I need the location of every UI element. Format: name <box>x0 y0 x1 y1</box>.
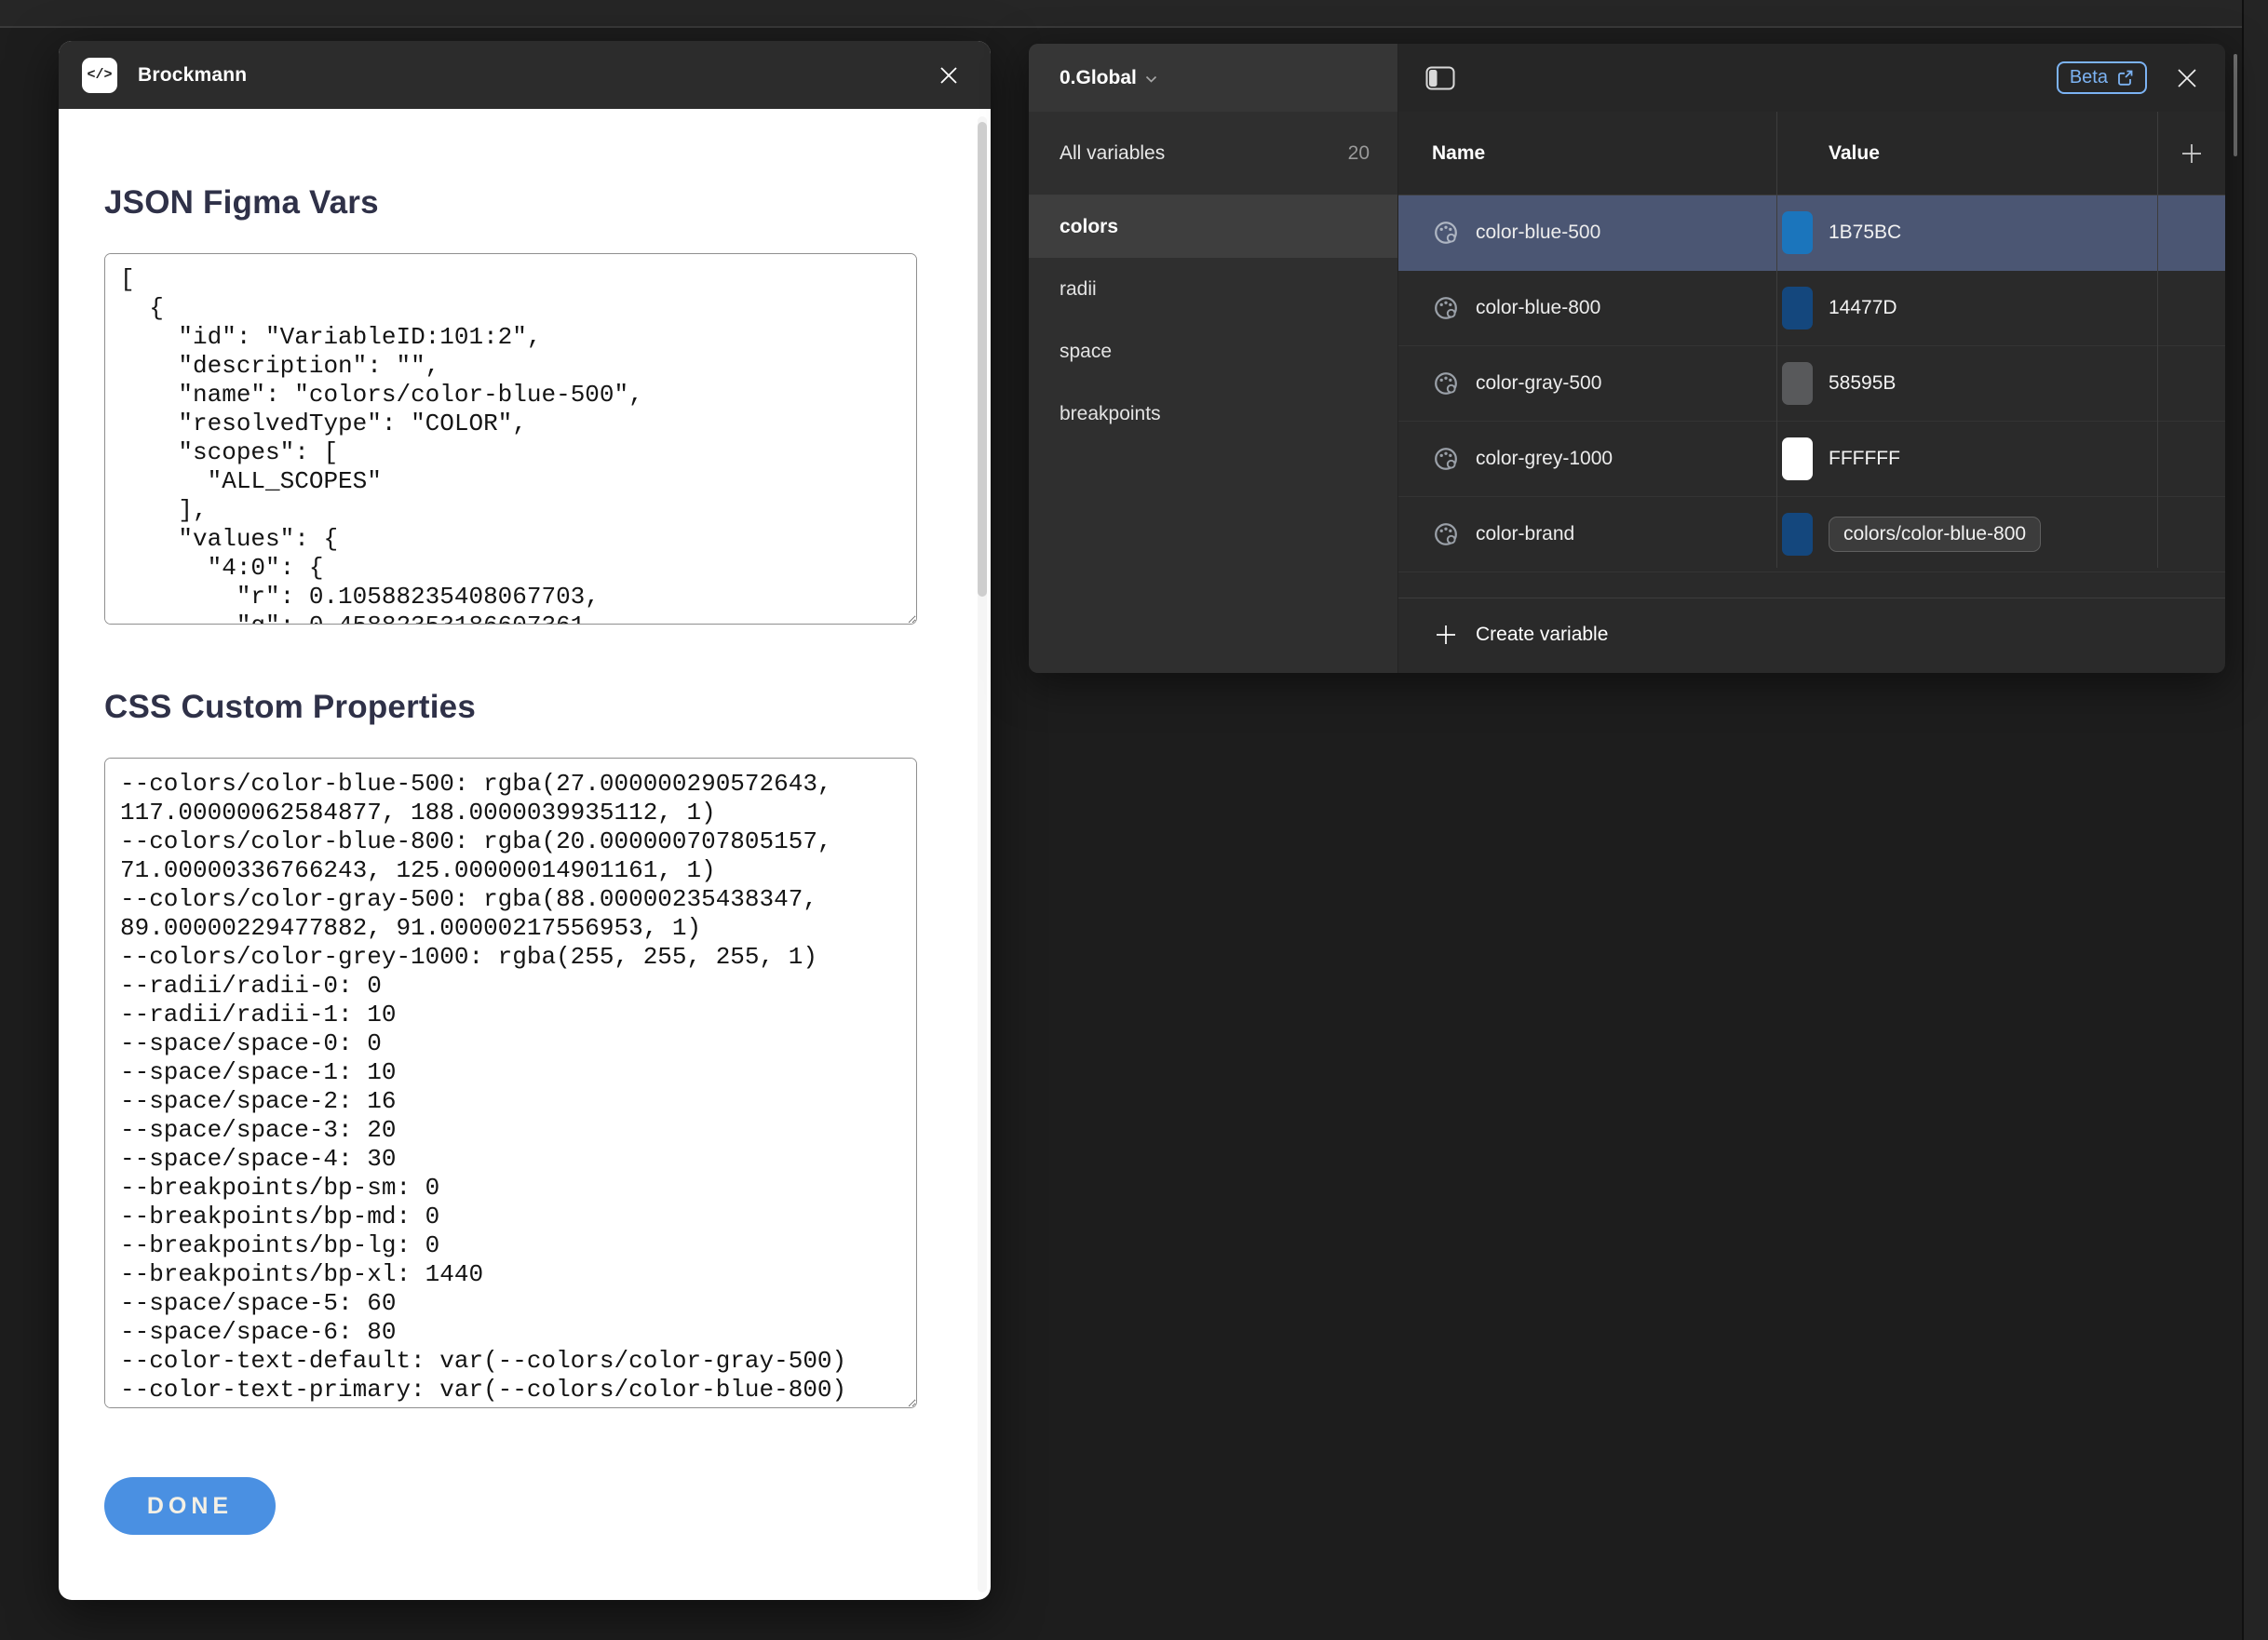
variables-table-area: Beta Name Value <box>1398 44 2225 673</box>
plugin-body: JSON Figma Vars [ { "id": "VariableID:10… <box>59 109 991 1600</box>
color-swatch[interactable] <box>1782 362 1813 405</box>
canvas-scrollbar-thumb[interactable] <box>2234 54 2237 156</box>
variable-name: color-gray-500 <box>1476 372 1601 395</box>
variables-panel-header: Beta <box>1398 44 2225 112</box>
variable-name: color-grey-1000 <box>1476 448 1613 470</box>
sidebar-item-label: colors <box>1060 216 1118 238</box>
palette-icon <box>1432 445 1460 473</box>
done-button[interactable]: DONE <box>104 1477 276 1535</box>
json-vars-heading: JSON Figma Vars <box>104 183 917 222</box>
variables-count-badge: 20 <box>1348 142 1370 165</box>
close-icon[interactable] <box>937 63 961 87</box>
canvas-right-panel-edge <box>2242 0 2268 1640</box>
plus-icon <box>1434 623 1458 647</box>
variable-value[interactable]: 58595B <box>1829 372 1896 395</box>
palette-icon <box>1432 520 1460 548</box>
sidebar-item-label: space <box>1060 341 1112 363</box>
toggle-sidebar-icon[interactable] <box>1425 66 1455 90</box>
external-link-icon <box>2116 69 2134 87</box>
sidebar-item-radii[interactable]: radii <box>1029 258 1397 320</box>
canvas-top-toolbar-edge <box>0 0 2268 28</box>
plugin-scrollbar-thumb[interactable] <box>978 122 987 597</box>
css-properties-heading: CSS Custom Properties <box>104 688 917 727</box>
table-row[interactable]: color-blue-500 1B75BC <box>1398 195 2225 271</box>
table-row[interactable]: color-gray-500 58595B <box>1398 346 2225 422</box>
table-row[interactable]: color-blue-800 14477D <box>1398 271 2225 346</box>
plugin-window: </> Brockmann JSON Figma Vars [ { "id": … <box>59 41 991 1600</box>
create-variable-label: Create variable <box>1476 624 1608 646</box>
close-icon[interactable] <box>2174 65 2200 91</box>
color-swatch[interactable] <box>1782 437 1813 480</box>
color-swatch[interactable] <box>1782 287 1813 329</box>
sidebar-item-label: breakpoints <box>1060 403 1161 425</box>
variable-value[interactable]: 14477D <box>1829 297 1897 319</box>
palette-icon <box>1432 219 1460 247</box>
beta-label: Beta <box>2070 67 2108 88</box>
code-icon: </> <box>82 58 117 93</box>
figma-canvas: </> Brockmann JSON Figma Vars [ { "id": … <box>0 0 2268 1640</box>
variables-sidebar: 0.Global All variables 20 colors radii s… <box>1029 44 1398 673</box>
add-variable-icon[interactable] <box>2157 141 2225 166</box>
variables-panel: 0.Global All variables 20 colors radii s… <box>1029 44 2225 673</box>
column-divider <box>1776 112 1777 568</box>
sidebar-item-space[interactable]: space <box>1029 320 1397 383</box>
css-properties-textarea[interactable]: --colors/color-blue-500: rgba(27.0000002… <box>104 758 917 1408</box>
variable-value[interactable]: FFFFFF <box>1829 448 1900 470</box>
column-divider <box>2157 112 2158 568</box>
palette-icon <box>1432 294 1460 322</box>
value-column-header: Value <box>1776 142 2157 165</box>
json-vars-textarea[interactable]: [ { "id": "VariableID:101:2", "descripti… <box>104 253 917 625</box>
table-row[interactable]: color-brand colors/color-blue-800 <box>1398 497 2225 572</box>
sidebar-item-all-variables[interactable]: All variables 20 <box>1029 112 1397 195</box>
variable-value[interactable]: 1B75BC <box>1829 222 1901 244</box>
table-row[interactable]: color-grey-1000 FFFFFF <box>1398 422 2225 497</box>
variable-name: color-blue-800 <box>1476 297 1600 319</box>
all-variables-label: All variables <box>1060 142 1165 165</box>
variable-name: color-brand <box>1476 523 1574 545</box>
plugin-title: Brockmann <box>138 64 247 87</box>
color-swatch[interactable] <box>1782 211 1813 254</box>
palette-icon <box>1432 370 1460 397</box>
beta-badge[interactable]: Beta <box>2057 61 2147 94</box>
variable-name: color-blue-500 <box>1476 222 1600 244</box>
color-swatch[interactable] <box>1782 513 1813 556</box>
chevron-down-icon <box>1145 75 1157 83</box>
collection-name: 0.Global <box>1060 67 1137 89</box>
collection-dropdown[interactable]: 0.Global <box>1029 44 1397 112</box>
name-column-header: Name <box>1398 142 1776 165</box>
plugin-titlebar[interactable]: </> Brockmann <box>59 41 991 109</box>
table-column-headers: Name Value <box>1398 112 2225 195</box>
sidebar-item-label: radii <box>1060 278 1097 301</box>
sidebar-item-colors[interactable]: colors <box>1029 195 1397 258</box>
sidebar-item-breakpoints[interactable]: breakpoints <box>1029 383 1397 445</box>
create-variable-button[interactable]: Create variable <box>1398 598 2225 671</box>
alias-value-chip[interactable]: colors/color-blue-800 <box>1829 517 2041 552</box>
